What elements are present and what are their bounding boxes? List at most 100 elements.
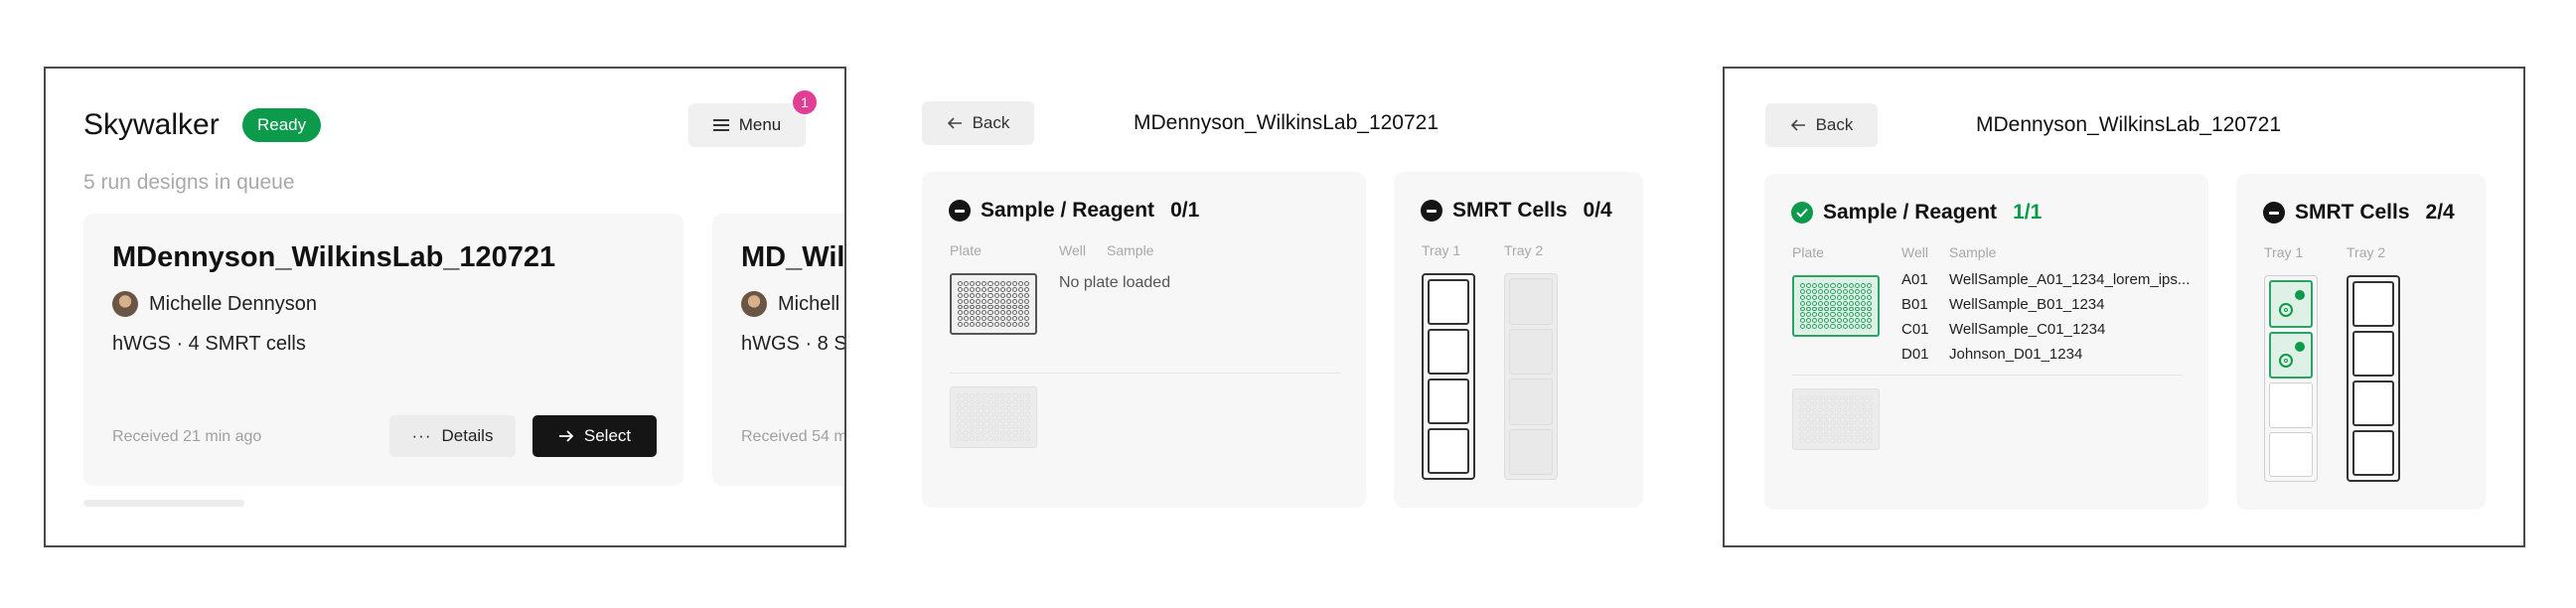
smrt-cell-slot[interactable] [2352, 430, 2394, 476]
plate-well [1861, 401, 1867, 407]
plate-well [1024, 399, 1030, 405]
plate-well [1836, 300, 1842, 306]
plate-well [1806, 312, 1812, 318]
smrt-cells-title: SMRT Cells [2295, 201, 2410, 224]
plate-well [970, 304, 976, 310]
run-card[interactable]: MD_Wil Michell hWGS · 8 S Received 54 m [712, 214, 844, 486]
plate-well [982, 399, 987, 405]
plate-well [969, 429, 975, 435]
plate-well [1854, 324, 1860, 329]
plate-well [1806, 306, 1812, 312]
smrt-cell-slot[interactable] [1428, 279, 1469, 325]
plate-well [1854, 318, 1860, 324]
plate-well [976, 310, 982, 316]
plate-well [1818, 306, 1824, 312]
plate-well [1012, 411, 1018, 417]
loaded-plate[interactable] [1792, 275, 1880, 337]
plate-well [970, 316, 976, 322]
run-setup-loaded-screen: Back MDennyson_WilkinsLab_120721 Sample … [1723, 67, 2525, 547]
plate-well [1017, 286, 1023, 292]
smrt-cell-slot[interactable] [1428, 379, 1469, 424]
plate-well [1855, 431, 1861, 437]
select-button[interactable]: Select [532, 415, 657, 457]
plate-well [1805, 413, 1811, 419]
run-setup-empty-screen: Back MDennyson_WilkinsLab_120721 Sample … [922, 101, 1647, 509]
plate-well [1811, 425, 1817, 431]
smrt-count: 2/4 [2425, 201, 2455, 224]
plate-well [1006, 405, 1012, 411]
plate-well [1860, 324, 1866, 329]
plate-well [957, 405, 963, 411]
tray-2[interactable] [2347, 275, 2400, 482]
details-button[interactable]: ··· Details [389, 415, 516, 457]
menu-button[interactable]: Menu [688, 103, 806, 147]
plate-well [975, 405, 981, 411]
status-dot [2295, 341, 2305, 352]
run-queue-screen: Skywalker Ready Menu 1 5 run designs in … [44, 67, 846, 547]
no-plate-text: No plate loaded [1059, 274, 1171, 291]
plate-well [1805, 431, 1811, 437]
plate-well [1012, 399, 1018, 405]
plate-well [1867, 413, 1873, 419]
plate-well [987, 298, 993, 304]
plate-well [1842, 437, 1848, 443]
plate-well [1836, 324, 1842, 329]
plate-well [975, 417, 981, 423]
plate-well [964, 286, 970, 292]
well-id: C01 [1901, 321, 1929, 338]
plate-well [1836, 318, 1842, 324]
smrt-cell-slot[interactable] [2269, 431, 2313, 477]
smrt-cell-slot[interactable] [2269, 382, 2313, 428]
smrt-cell-slot[interactable] [2352, 331, 2394, 377]
tray-1[interactable] [1422, 273, 1475, 480]
plate-well [1818, 318, 1824, 324]
plate-well [1023, 310, 1029, 316]
plate-well [1023, 316, 1029, 322]
arrow-left-icon [1790, 119, 1805, 131]
plate-well [999, 281, 1005, 286]
smrt-cell-slot[interactable] [2352, 380, 2394, 426]
panel-title: Sample / Reagent 0/1 [949, 199, 1199, 223]
plate-well [1817, 425, 1823, 431]
smrt-cell-slot[interactable] [1428, 428, 1469, 474]
plate-well [987, 405, 993, 411]
plate-well [1866, 306, 1872, 312]
horizontal-scrollbar[interactable] [83, 500, 244, 507]
smrt-cell-slot[interactable] [2352, 281, 2394, 327]
plate-well [1005, 316, 1011, 322]
plate-well [963, 393, 969, 399]
plate-well [1012, 417, 1018, 423]
smrt-cells-panel: SMRT Cells 0/4 Tray 1 Tray 2 [1394, 172, 1643, 508]
plate-slot[interactable] [950, 273, 1037, 335]
plate-well [1842, 407, 1848, 413]
plate-well [958, 292, 964, 298]
plate-well [969, 411, 975, 417]
back-button[interactable]: Back [922, 101, 1034, 145]
smrt-cell-loaded[interactable] [2269, 331, 2313, 379]
plate-well [1800, 300, 1806, 306]
back-button[interactable]: Back [1765, 103, 1878, 147]
plate-well [964, 322, 970, 327]
run-card[interactable]: MDennyson_WilkinsLab_120721 Michelle Den… [83, 214, 683, 486]
plate-well [1017, 304, 1023, 310]
plate-well [958, 316, 964, 322]
plate-well [1806, 324, 1812, 329]
plate-well [1011, 310, 1017, 316]
smrt-cell-loaded[interactable] [2269, 280, 2313, 328]
plate-well [1817, 419, 1823, 425]
plate-well [993, 411, 999, 417]
plate-well [1005, 292, 1011, 298]
plate-well [1811, 413, 1817, 419]
plate-well [1830, 300, 1836, 306]
plate-well [1842, 413, 1848, 419]
plate-well [1817, 437, 1823, 443]
plate-well [1011, 298, 1017, 304]
plate-well [1018, 393, 1024, 399]
plate-well [1812, 324, 1818, 329]
plate-well [993, 281, 999, 286]
well-id: B01 [1901, 296, 1928, 313]
smrt-cell-slot[interactable] [1428, 329, 1469, 375]
plate-well [1806, 283, 1812, 288]
plate-well [963, 423, 969, 429]
tray-1[interactable] [2264, 275, 2318, 482]
